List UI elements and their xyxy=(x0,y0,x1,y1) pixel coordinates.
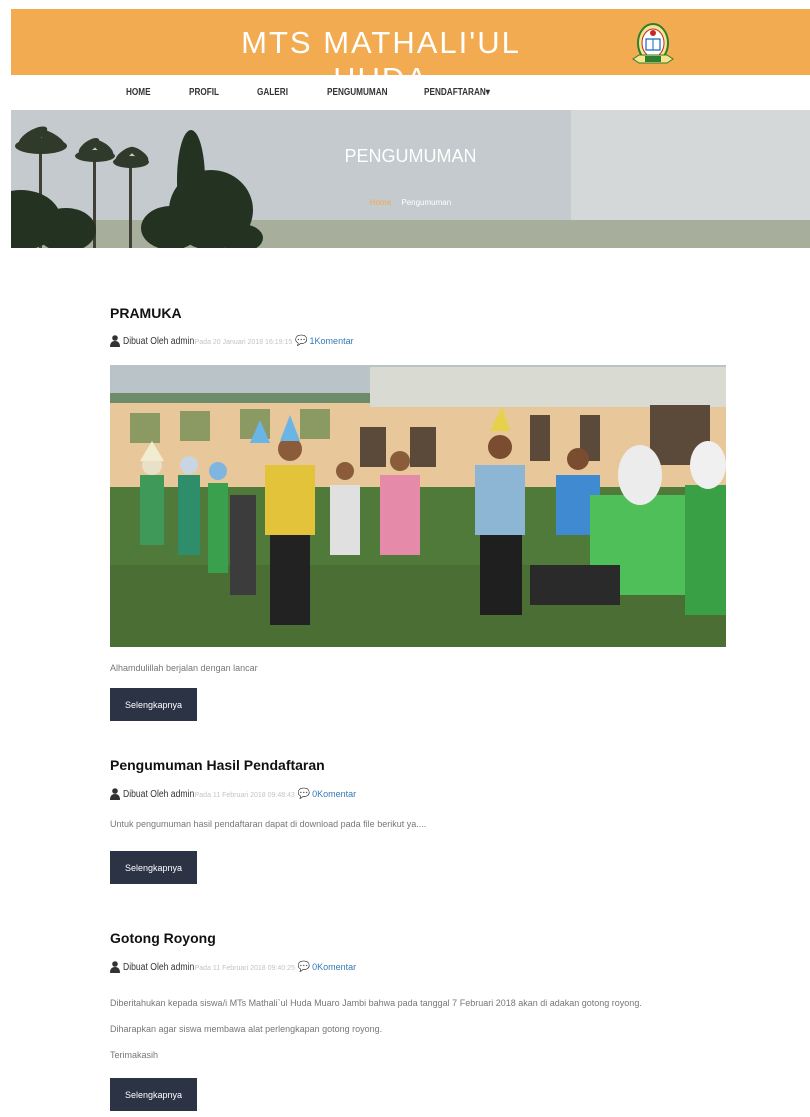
banner-trees-image xyxy=(11,110,810,248)
comment-link[interactable]: 1Komentar xyxy=(310,336,354,346)
post-title[interactable]: PRAMUKA xyxy=(110,305,730,321)
comment-icon: 💬 xyxy=(295,335,308,347)
post-title[interactable]: Pengumuman Hasil Pendaftaran xyxy=(110,757,730,773)
site-header: MTS MATHALI'UL HUDA xyxy=(11,9,810,96)
breadcrumb-current: Pengumuman xyxy=(401,198,452,207)
nav-pengumuman[interactable]: PENGUMUMAN xyxy=(327,87,388,98)
post-date: Pada 20 Januari 2018 16:19:15 xyxy=(194,338,293,346)
comment-icon: 💬 xyxy=(297,788,311,800)
nav-home[interactable]: HOME xyxy=(126,87,151,98)
post-date: Pada 11 Februari 2018 09:40:25 xyxy=(194,964,295,972)
user-icon xyxy=(110,788,120,800)
school-logo[interactable] xyxy=(631,21,675,69)
post-date: Pada 11 Februari 2018 09:48:43 xyxy=(194,791,295,799)
post-excerpt: Untuk pengumuman hasil pendaftaran dapat… xyxy=(110,819,427,829)
post-meta: Dibuat Oleh admin Pada 20 Januari 2018 1… xyxy=(110,335,354,347)
post-meta: Dibuat Oleh admin Pada 11 Februari 2018 … xyxy=(110,788,356,800)
post-pengumuman-hasil: Pengumuman Hasil Pendaftaran Dibuat Oleh… xyxy=(110,757,730,884)
comment-icon: 💬 xyxy=(297,961,311,973)
post-title[interactable]: Gotong Royong xyxy=(110,930,730,946)
user-icon xyxy=(110,961,120,973)
nav-galeri[interactable]: GALERI xyxy=(257,87,288,98)
post-paragraph: Diharapkan agar siswa membawa alat perle… xyxy=(110,1024,383,1034)
caret-down-icon: ▾ xyxy=(485,87,490,98)
post-pramuka: PRAMUKA Dibuat Oleh admin Pada 20 Januar… xyxy=(110,305,730,721)
post-meta: Dibuat Oleh admin Pada 11 Februari 2018 … xyxy=(110,961,356,973)
banner-title: PENGUMUMAN xyxy=(344,146,477,166)
read-more-button[interactable]: Selengkapnya xyxy=(110,851,197,884)
post-excerpt: Alhamdulillah berjalan dengan lancar xyxy=(110,663,258,673)
post-gotong-royong: Gotong Royong Dibuat Oleh admin Pada 11 … xyxy=(110,930,730,1111)
post-photo-scout-parade[interactable] xyxy=(110,365,726,647)
comment-link[interactable]: 0Komentar xyxy=(312,962,356,972)
read-more-button[interactable]: Selengkapnya xyxy=(110,1078,197,1111)
comment-link[interactable]: 0Komentar xyxy=(312,789,356,799)
breadcrumb-home[interactable]: Home xyxy=(370,198,391,207)
breadcrumb: Home Pengumuman xyxy=(11,198,810,207)
user-icon xyxy=(110,335,120,347)
page-banner: PENGUMUMAN Home Pengumuman xyxy=(11,110,810,248)
post-paragraph: Diberitahukan kepada siswa/i MTs Mathali… xyxy=(110,998,642,1008)
read-more-button[interactable]: Selengkapnya xyxy=(110,688,197,721)
nav-pendaftaran[interactable]: PENDAFTARAN▾ xyxy=(424,87,490,98)
post-author: Dibuat Oleh admin xyxy=(123,961,195,973)
post-paragraph: Terimakasih xyxy=(110,1050,159,1060)
post-author: Dibuat Oleh admin xyxy=(123,335,195,347)
post-author: Dibuat Oleh admin xyxy=(123,788,195,800)
nav-profil[interactable]: PROFIL xyxy=(189,87,219,98)
main-nav: HOME PROFIL GALERI PENGUMUMAN PENDAFTARA… xyxy=(11,75,810,110)
